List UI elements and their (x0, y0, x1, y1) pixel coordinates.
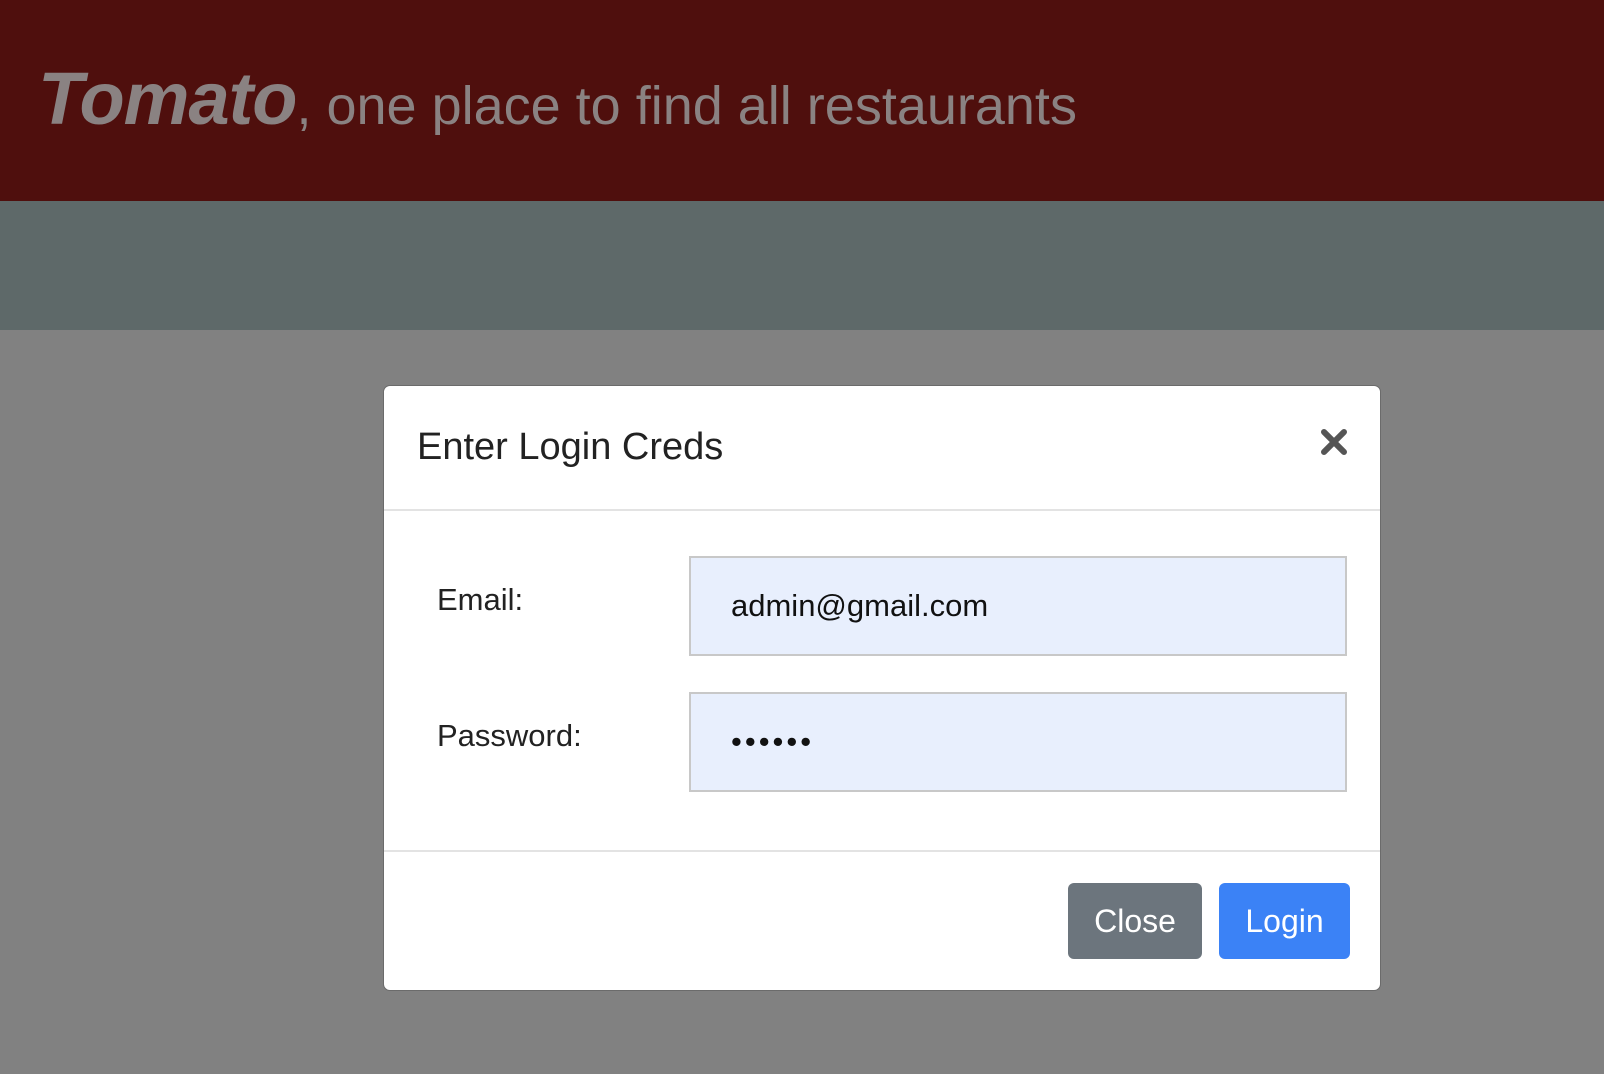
page: Tomato, one place to find all restaurant… (0, 0, 1604, 1074)
site-title: Tomato, one place to find all restaurant… (38, 56, 1077, 141)
site-header: Tomato, one place to find all restaurant… (0, 0, 1604, 201)
login-button[interactable]: Login (1219, 883, 1350, 959)
email-label: Email: (437, 582, 524, 617)
close-button[interactable]: Close (1068, 883, 1202, 959)
email-field[interactable] (689, 556, 1347, 656)
nav-bar (0, 201, 1604, 330)
modal-title: Enter Login Creds (417, 426, 724, 468)
login-modal: Enter Login Creds Email: Password: Close… (383, 385, 1381, 991)
close-icon[interactable] (1318, 426, 1350, 458)
brand-name: Tomato (38, 57, 297, 140)
site-tagline: , one place to find all restaurants (296, 76, 1077, 136)
password-label: Password: (437, 718, 582, 753)
password-field[interactable] (689, 692, 1347, 792)
modal-header: Enter Login Creds (384, 386, 1380, 511)
modal-body: Email: Password: (384, 511, 1380, 852)
